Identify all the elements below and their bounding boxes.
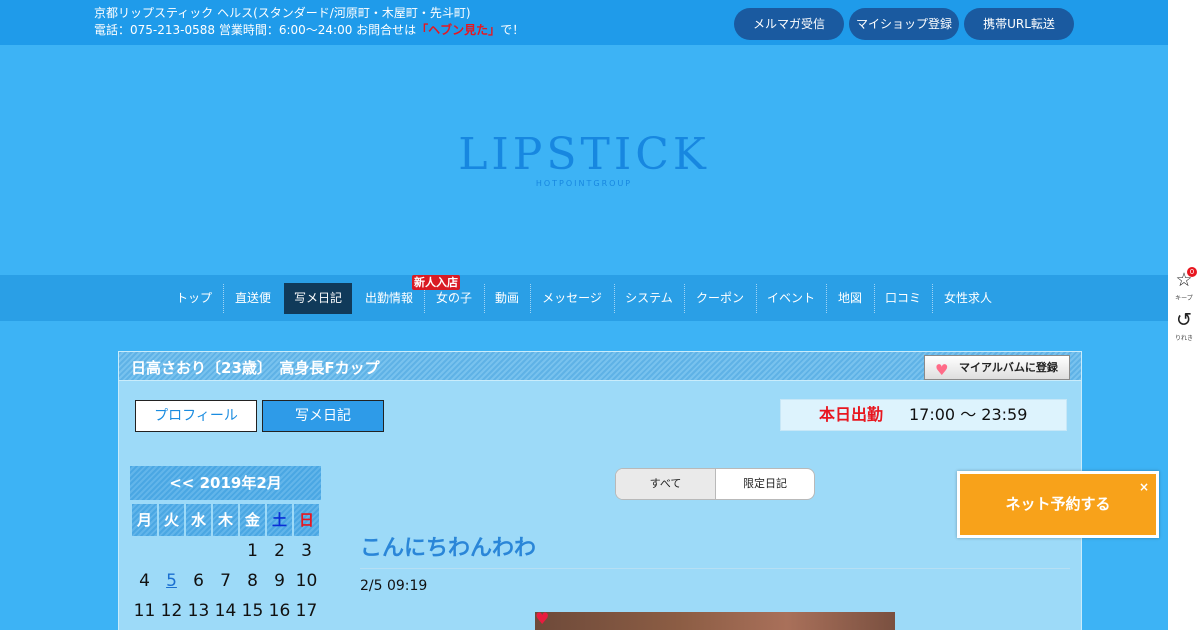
weekday-sun: 日 (294, 504, 319, 536)
post-date: 2/5 09:19 (360, 578, 428, 594)
girl-title: 日高さおり〔23歳〕 高身長Fカップ (131, 359, 380, 377)
weekday-fri: 金 (240, 504, 265, 536)
weekday-sat: 土 (267, 504, 292, 536)
calendar-day: 2 (274, 541, 285, 561)
logo-subtitle: HOTPOINTGROUP (535, 179, 633, 188)
panel-header: 日高さおり〔23歳〕 高身長Fカップ ♥ マイアルバムに登録 (119, 352, 1081, 381)
keep-label: キープ (1175, 295, 1193, 302)
nav-reviews[interactable]: 口コミ (875, 283, 931, 314)
tab-photo-diary[interactable]: 写メ日記 (262, 400, 384, 432)
calendar-day: 10 (295, 571, 318, 591)
filter-all[interactable]: すべて (616, 469, 716, 499)
heart-icon: ♥ (935, 361, 949, 379)
weekday-mon: 月 (132, 504, 157, 536)
myshop-register-button[interactable]: マイショップ登録 (849, 8, 959, 40)
mailmag-button[interactable]: メルマガ受信 (734, 8, 844, 40)
post-title[interactable]: こんにちわんわわ (360, 530, 536, 562)
calendar-day: 13 (187, 601, 210, 621)
add-to-album-button[interactable]: ♥ マイアルバムに登録 (924, 355, 1070, 380)
shop-contact: 電話：075-213-0588 営業時間：6:00～24:00 お問合せは「ヘブ… (94, 23, 525, 37)
mobile-url-button[interactable]: 携帯URL転送 (964, 8, 1074, 40)
shop-name: 京都リップスティック ヘルス(スタンダード/河原町・木屋町・先斗町) (94, 6, 471, 20)
nav-photo-diary[interactable]: 写メ日記 (284, 283, 352, 314)
nav-recruit[interactable]: 女性求人 (933, 283, 1003, 314)
diary-filter: すべて 限定日記 (615, 468, 815, 500)
reserve-label: ネット予約する (1005, 495, 1111, 513)
heart-icon: ♥ (535, 609, 550, 628)
site-logo[interactable]: LIPSTICK (0, 129, 1168, 180)
today-time: 17:00 ～ 23:59 (909, 405, 1028, 424)
net-reserve-button[interactable]: ネット予約する × (957, 471, 1159, 538)
calendar-day: 4 (139, 571, 150, 591)
weekday-thu: 木 (213, 504, 238, 536)
nav-map[interactable]: 地図 (827, 283, 873, 314)
calendar-day-link[interactable]: 5 (158, 567, 185, 595)
nav-coupons[interactable]: クーポン (685, 283, 755, 314)
nav-system[interactable]: システム (615, 283, 683, 314)
calendar-day: 11 (133, 601, 156, 621)
calendar-day: 8 (247, 571, 258, 591)
history-label: りれき (1174, 335, 1193, 342)
profile-panel: 日高さおり〔23歳〕 高身長Fカップ ♥ マイアルバムに登録 プロフィール 写メ… (118, 351, 1082, 630)
calendar-day: 1 (247, 541, 258, 561)
today-label: 本日出勤 (819, 405, 884, 424)
calendar-day: 14 (214, 601, 237, 621)
calendar-day: 3 (301, 541, 312, 561)
keep-count-badge: 0 (1187, 267, 1197, 277)
calendar-day: 12 (160, 601, 183, 621)
new-girl-badge: 新人入店 (412, 275, 460, 290)
right-sidebar: ☆ 0 キープ ↺ りれき (1168, 0, 1200, 630)
calendar-prev-month[interactable]: << 2019年2月 (130, 466, 321, 500)
filter-limited[interactable]: 限定日記 (716, 469, 814, 499)
album-button-label: マイアルバムに登録 (959, 361, 1058, 374)
top-bar: 京都リップスティック ヘルス(スタンダード/河原町・木屋町・先斗町) 電話：07… (0, 0, 1168, 45)
today-schedule: 本日出勤 17:00 ～ 23:59 (780, 399, 1067, 431)
post-divider (360, 568, 1070, 569)
nav-messages[interactable]: メッセージ (531, 283, 613, 314)
weekday-tue: 火 (159, 504, 184, 536)
heaven-highlight: 「ヘブン見た」 (416, 23, 501, 37)
calendar-day: 17 (295, 601, 318, 621)
header: LIPSTICK HOTPOINTGROUP (0, 45, 1168, 275)
shop-info: 京都リップスティック ヘルス(スタンダード/河原町・木屋町・先斗町) 電話：07… (94, 5, 524, 39)
nav-chokusoubin[interactable]: 直送便 (224, 283, 282, 314)
weekday-wed: 水 (186, 504, 211, 536)
calendar-day: 9 (274, 571, 285, 591)
calendar-day: 7 (220, 571, 231, 591)
nav-top[interactable]: トップ (166, 283, 222, 314)
calendar-day: 16 (268, 601, 291, 621)
tab-profile[interactable]: プロフィール (135, 400, 257, 432)
nav-events[interactable]: イベント (757, 283, 825, 314)
post-photo[interactable]: ♥ (535, 609, 895, 630)
nav-videos[interactable]: 動画 (485, 283, 529, 314)
history-icon[interactable]: ↺ (1174, 310, 1194, 330)
calendar-day: 6 (193, 571, 204, 591)
calendar-day: 15 (241, 601, 264, 621)
main-nav: トップ 直送便 写メ日記 出勤情報 女の子 動画 メッセージ システム クーポン… (0, 275, 1168, 321)
close-icon[interactable]: × (1139, 457, 1149, 518)
